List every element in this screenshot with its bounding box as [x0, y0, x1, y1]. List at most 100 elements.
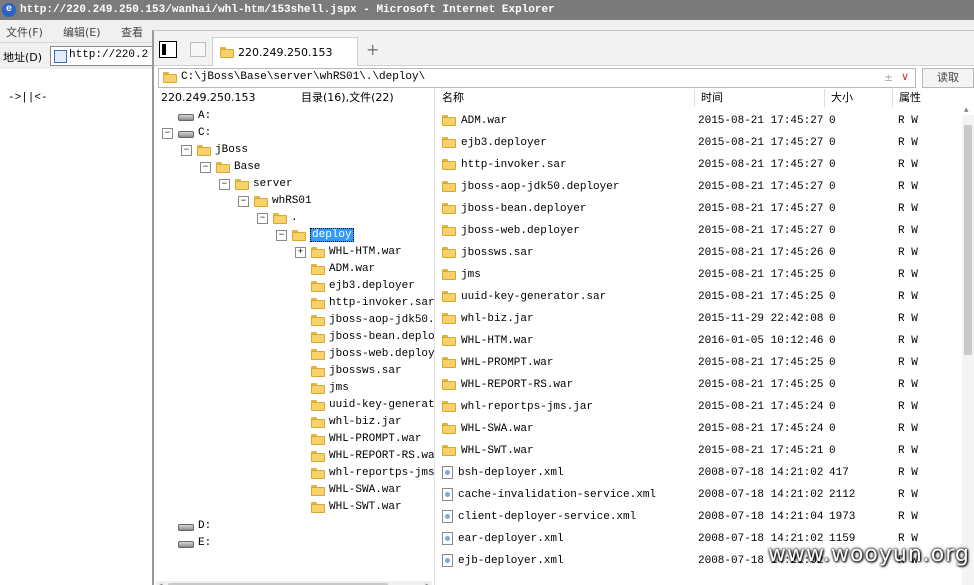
new-tab-button[interactable]: + [366, 40, 379, 59]
window-icon[interactable] [190, 42, 206, 57]
chevron-down-icon[interactable]: ∨ [901, 70, 909, 83]
tree-node[interactable]: jboss-aop-jdk50.de [295, 312, 434, 329]
tree-node[interactable]: whl-reportps-jms.j [295, 465, 434, 482]
collapse-icon[interactable]: − [276, 230, 287, 241]
table-row[interactable]: jboss-web.deployer 2015-08-21 17:45:27 0 R … [436, 220, 956, 242]
tree-node[interactable]: D: [162, 518, 211, 535]
menu-edit[interactable]: 编辑(E) [63, 24, 101, 40]
tree-node[interactable]: WHL-REPORT-RS.war [295, 448, 434, 465]
bookmark-icon[interactable]: ± [884, 71, 893, 84]
tree-horizontal-scrollbar[interactable]: ◂ ▸ [156, 581, 432, 585]
file-time-cell: 2015-11-29 22:42:08 [698, 313, 824, 325]
menu-file[interactable]: 文件(F) [6, 24, 43, 40]
scroll-thumb[interactable] [964, 125, 972, 355]
folder-icon [311, 349, 325, 360]
table-row[interactable]: cache-invalidation-service.xml 2008-07-18… [436, 484, 956, 506]
tree-node[interactable]: WHL-SWA.war [295, 482, 402, 499]
file-attr-cell: R W [898, 467, 918, 479]
folder-icon [311, 247, 325, 258]
tree-node[interactable]: uuid-key-generator [295, 397, 434, 414]
tree-node[interactable]: ejb3.deployer [295, 278, 415, 295]
scroll-right-icon[interactable]: ▸ [425, 581, 430, 585]
column-time[interactable]: 时间 [694, 89, 825, 107]
folder-icon [311, 366, 325, 377]
folder-icon [442, 158, 456, 170]
collapse-icon[interactable]: − [257, 213, 268, 224]
table-row[interactable]: WHL-PROMPT.war 2015-08-21 17:45:25 0 R W [436, 352, 956, 374]
file-attr-cell: R W [898, 203, 918, 215]
table-row[interactable]: ADM.war 2015-08-21 17:45:27 0 R W [436, 110, 956, 132]
file-time-cell: 2015-08-21 17:45:27 [698, 159, 824, 171]
column-name[interactable]: 名称 [436, 89, 464, 107]
collapse-icon[interactable]: − [200, 162, 211, 173]
tree-node[interactable]: − whRS01 [238, 193, 312, 210]
table-row[interactable]: ejb3.deployer 2015-08-21 17:45:27 0 R W [436, 132, 956, 154]
tree-node[interactable]: jboss-web.deployer [295, 346, 434, 363]
tree-node[interactable]: − server [219, 176, 293, 193]
table-row[interactable]: WHL-HTM.war 2016-01-05 10:12:46 0 R W [436, 330, 956, 352]
table-row[interactable]: uuid-key-generator.sar 2015-08-21 17:45:2… [436, 286, 956, 308]
folder-icon [311, 298, 325, 309]
table-row[interactable]: jbossws.sar 2015-08-21 17:45:26 0 R W [436, 242, 956, 264]
tree-node[interactable]: WHL-PROMPT.war [295, 431, 421, 448]
table-row[interactable]: client-deployer-service.xml 2008-07-18 14… [436, 506, 956, 528]
file-size-cell: 0 [829, 379, 836, 391]
collapse-icon[interactable]: − [181, 145, 192, 156]
tree-node[interactable]: ADM.war [295, 261, 375, 278]
tab-label: 220.249.250.153 [238, 46, 333, 59]
table-row[interactable]: WHL-SWA.war 2015-08-21 17:45:24 0 R W [436, 418, 956, 440]
column-size[interactable]: 大小 [824, 89, 891, 107]
table-row[interactable]: bsh-deployer.xml 2008-07-18 14:21:02 417 R … [436, 462, 956, 484]
column-attr[interactable]: 属性 [892, 89, 959, 107]
address-value: http://220.2 [69, 49, 149, 61]
file-time-cell: 2015-08-21 17:45:25 [698, 379, 824, 391]
tree-node[interactable]: − Base [200, 159, 260, 176]
tree-node[interactable]: jms [295, 380, 349, 397]
table-row[interactable]: jboss-aop-jdk50.deployer 2015-08-21 17:45… [436, 176, 956, 198]
tree-node[interactable]: A: [162, 108, 211, 125]
file-list-vertical-scrollbar[interactable]: ▴ [962, 105, 974, 585]
file-size-cell: 0 [829, 445, 836, 457]
tree-node[interactable]: whl-biz.jar [295, 414, 402, 431]
table-row[interactable]: whl-biz.jar 2015-11-29 22:42:08 0 R W [436, 308, 956, 330]
file-manager-panel: 220.249.250.153 + C:\jBoss\Base\server\w… [152, 30, 974, 585]
path-input[interactable]: C:\jBoss\Base\server\whRS01\.\deploy\ ± … [158, 68, 916, 88]
menu-view[interactable]: 查看 [121, 24, 143, 40]
tree-node[interactable]: −. [257, 210, 298, 227]
tree-node[interactable]: jboss-bean.deploye [295, 329, 434, 346]
tree-node[interactable]: E: [162, 535, 211, 552]
file-size-cell: 0 [829, 247, 836, 259]
scroll-up-icon[interactable]: ▴ [964, 105, 969, 115]
collapse-icon[interactable]: − [219, 179, 230, 190]
tree-node[interactable]: WHL-SWT.war [295, 499, 402, 516]
table-row[interactable]: jboss-bean.deployer 2015-08-21 17:45:27 0 R… [436, 198, 956, 220]
folder-icon [311, 502, 325, 513]
tree-node[interactable]: − deploy [276, 227, 354, 244]
tree-node[interactable]: + WHL-HTM.war [295, 244, 402, 261]
table-row[interactable]: whl-reportps-jms.jar 2015-08-21 17:45:24 0… [436, 396, 956, 418]
sidebar-toggle-icon[interactable] [159, 41, 177, 58]
table-row[interactable]: WHL-REPORT-RS.war 2015-08-21 17:45:25 0 R W [436, 374, 956, 396]
expand-icon[interactable]: + [295, 247, 306, 258]
scroll-left-icon[interactable]: ◂ [158, 581, 163, 585]
table-row[interactable]: WHL-SWT.war 2015-08-21 17:45:21 0 R W [436, 440, 956, 462]
tree-node[interactable]: − jBoss [181, 142, 248, 159]
folder-icon [442, 444, 456, 456]
file-time-cell: 2016-01-05 10:12:46 [698, 335, 824, 347]
table-row[interactable]: http-invoker.sar 2015-08-21 17:45:27 0 R W [436, 154, 956, 176]
collapse-icon[interactable]: − [238, 196, 249, 207]
tree-node[interactable]: jbossws.sar [295, 363, 402, 380]
file-attr-cell: R W [898, 401, 918, 413]
collapse-icon[interactable]: − [162, 128, 173, 139]
table-row[interactable]: jms 2015-08-21 17:45:25 0 R W [436, 264, 956, 286]
file-attr-cell: R W [898, 269, 918, 281]
tab-host[interactable]: 220.249.250.153 [212, 37, 358, 66]
tree-node[interactable]: http-invoker.sar [295, 295, 434, 312]
folder-icon [311, 451, 325, 462]
tree-node[interactable]: − C: [162, 125, 211, 142]
file-name: jboss-aop-jdk50.deployer [461, 181, 620, 193]
file-name-cell: jbossws.sar [442, 242, 534, 264]
read-button[interactable]: 读取 [922, 68, 974, 88]
drive-icon [178, 522, 194, 531]
